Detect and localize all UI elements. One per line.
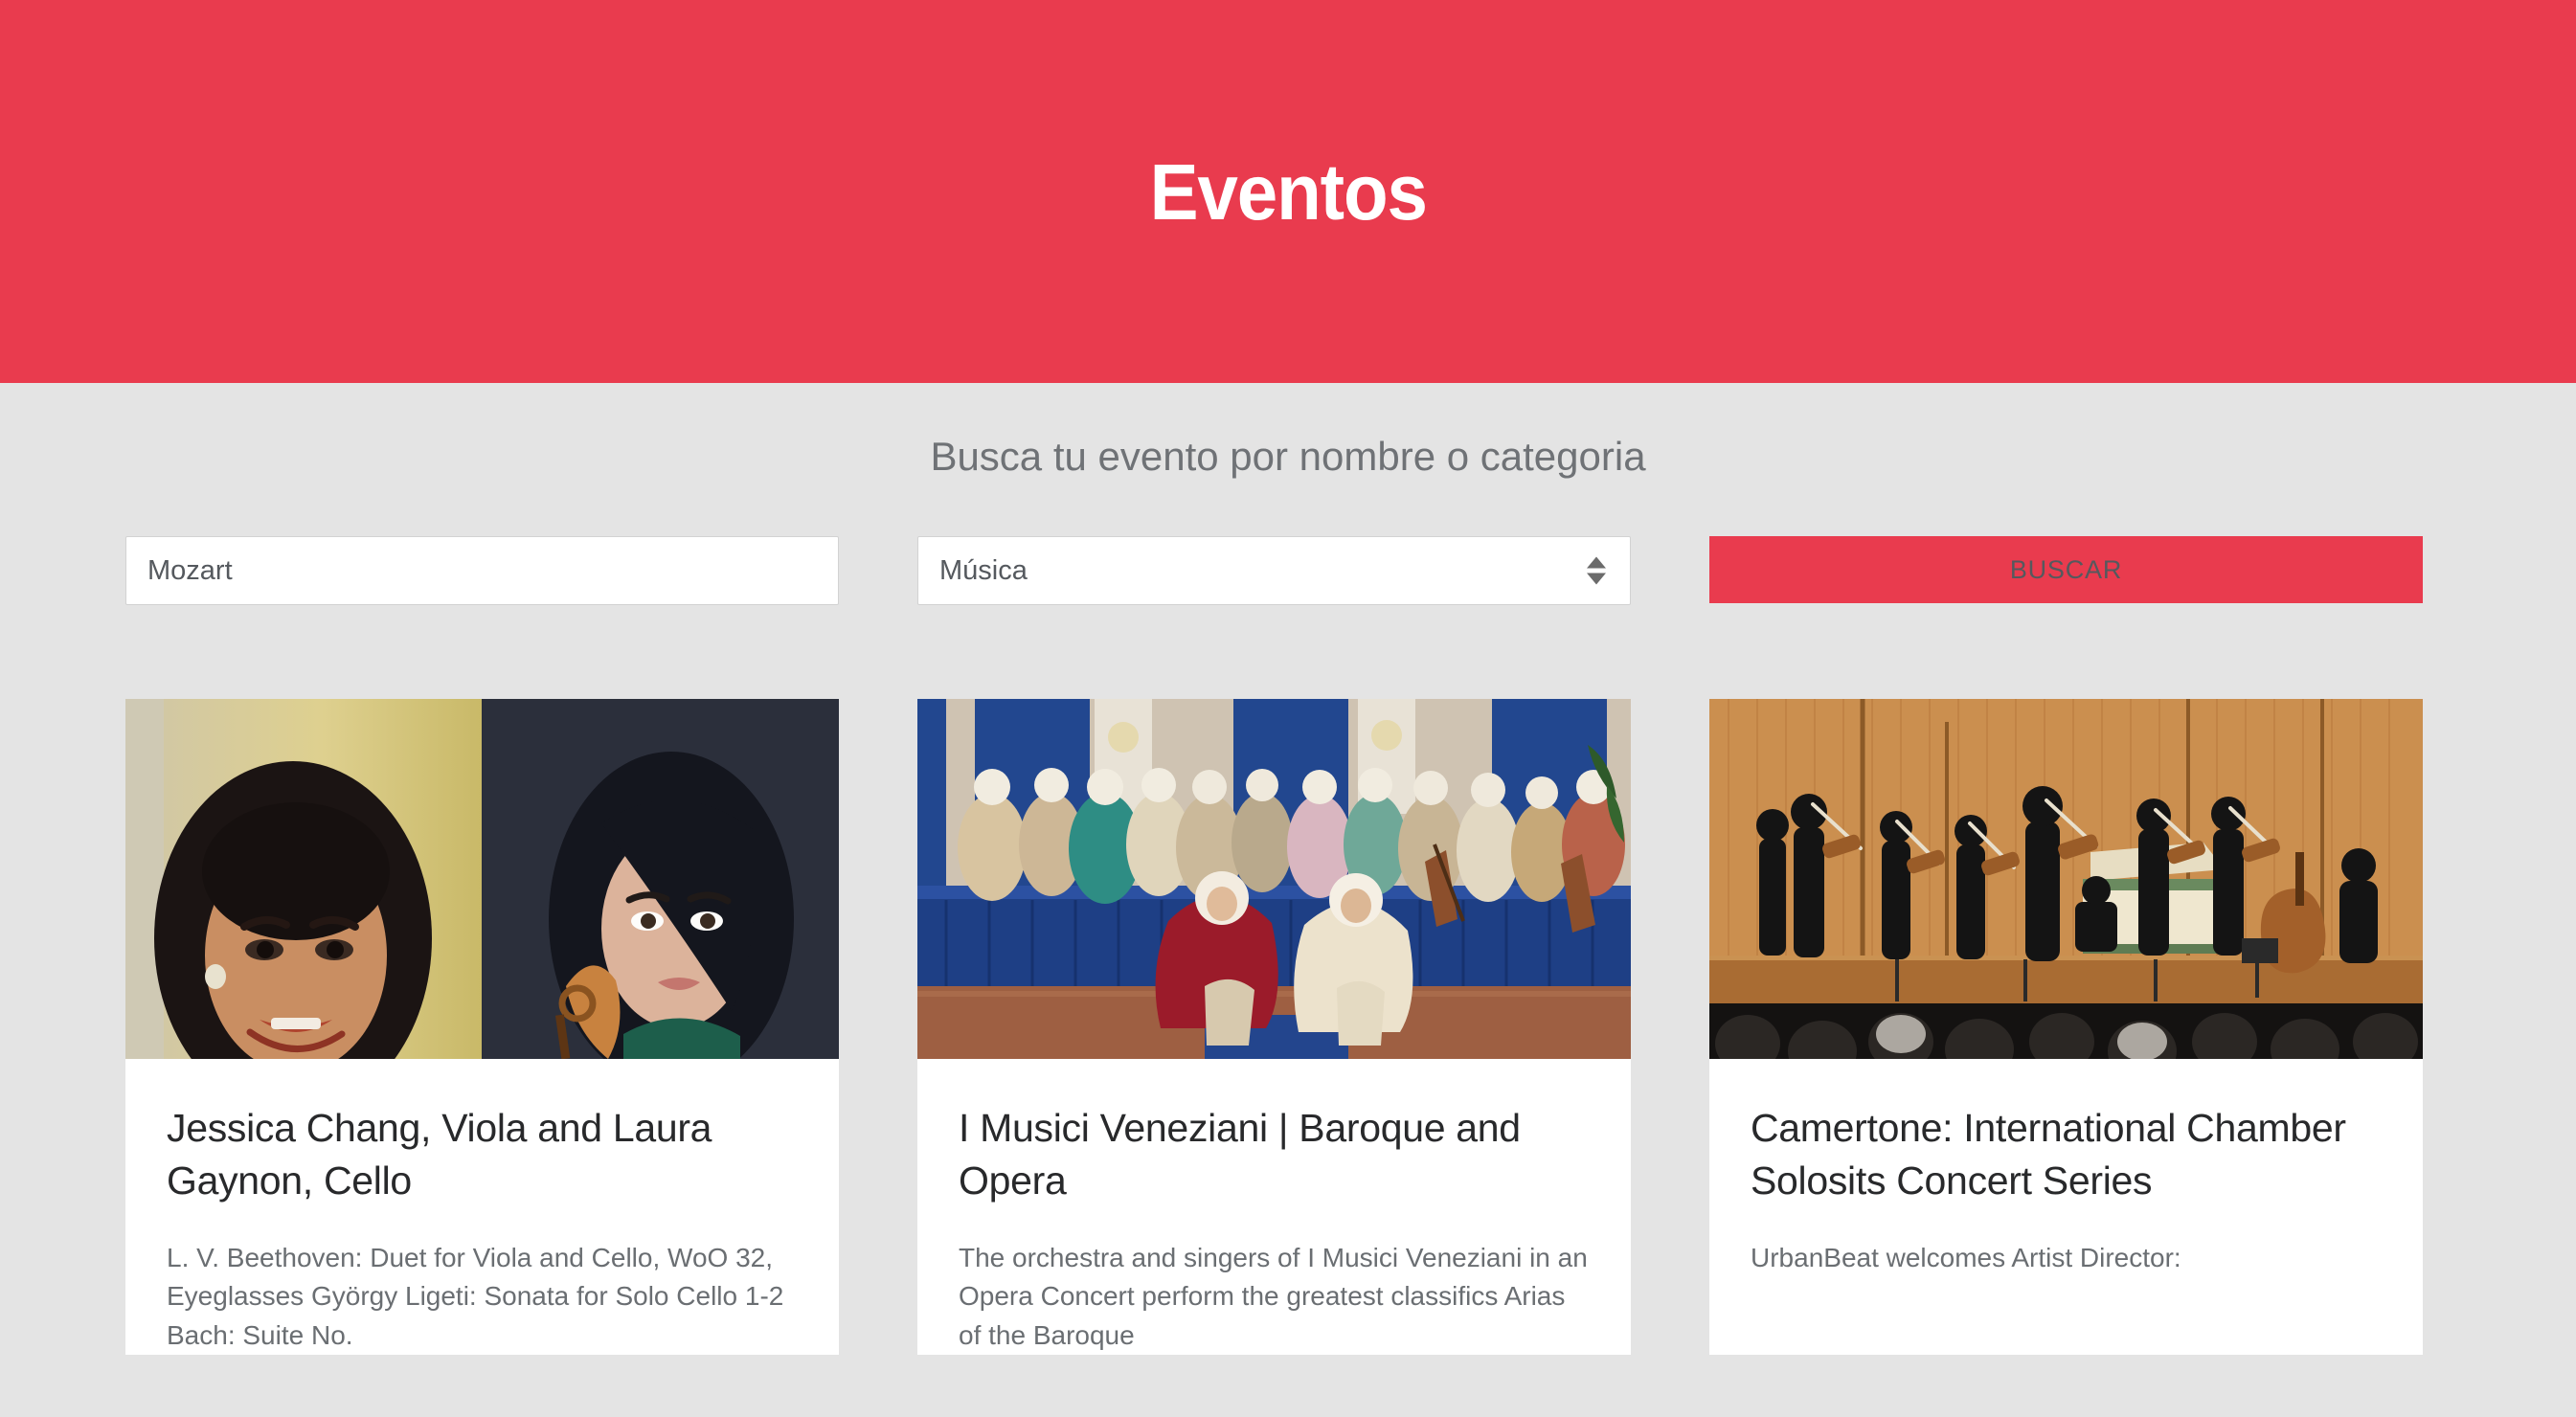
search-controls: Mozart Música BUSCAR [0,536,2576,606]
event-card-image [1709,699,2423,1060]
event-name-input[interactable]: Mozart [125,536,839,606]
search-section: Busca tu evento por nombre o categoria M… [0,383,2576,606]
event-card-body: I Musici Veneziani | Baroque and Opera T… [917,1059,1631,1355]
search-prompt: Busca tu evento por nombre o categoria [930,434,1646,479]
search-submit-button[interactable]: BUSCAR [1709,536,2423,604]
event-results-grid: Jessica Chang, Viola and Laura Gaynon, C… [0,699,2576,1356]
event-card-title: Camertone: International Chamber Solosit… [1751,1106,2346,1203]
event-card-image [917,699,1631,1060]
page-header: Eventos [0,0,2576,383]
event-card[interactable]: Camertone: International Chamber Solosit… [1709,699,2423,1356]
category-select-shell[interactable]: Música [917,536,1631,606]
event-name-field-wrap: Mozart [125,536,839,606]
page-title: Eventos [1149,146,1427,236]
category-select[interactable]: Música [917,536,1631,606]
event-card-body: Camertone: International Chamber Solosit… [1709,1059,2423,1277]
event-card-description: The orchestra and singers of I Musici Ve… [959,1242,1588,1350]
event-card[interactable]: I Musici Veneziani | Baroque and Opera T… [917,699,1631,1356]
event-card-image [125,699,839,1060]
event-card-description: UrbanBeat welcomes Artist Director: [1751,1242,2181,1272]
event-card-title: I Musici Veneziani | Baroque and Opera [959,1106,1521,1203]
category-field-wrap: Música [917,536,1631,606]
event-card-title: Jessica Chang, Viola and Laura Gaynon, C… [167,1106,712,1203]
event-card[interactable]: Jessica Chang, Viola and Laura Gaynon, C… [125,699,839,1356]
event-card-description: L. V. Beethoven: Duet for Viola and Cell… [167,1242,784,1350]
event-card-body: Jessica Chang, Viola and Laura Gaynon, C… [125,1059,839,1355]
